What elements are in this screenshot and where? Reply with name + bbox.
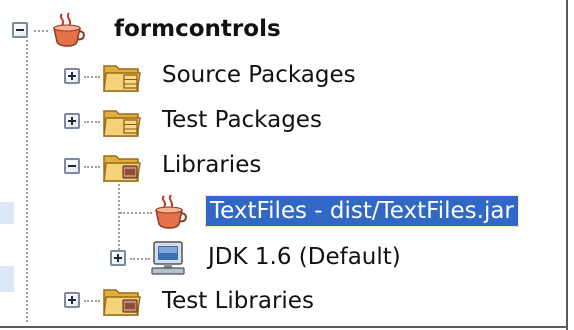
expand-toggle[interactable]	[64, 68, 80, 84]
package-folder-icon	[102, 103, 142, 143]
expand-toggle[interactable]	[64, 292, 80, 308]
library-folder-icon	[102, 148, 142, 188]
tree-connector	[34, 30, 48, 32]
package-folder-icon	[102, 58, 142, 98]
gutter-marker	[0, 202, 14, 224]
coffee-cup-project-icon	[48, 10, 88, 54]
expand-toggle[interactable]	[64, 113, 80, 129]
tree-connector	[26, 40, 28, 322]
tree-connector	[84, 300, 100, 302]
jdk-monitor-icon	[150, 238, 190, 282]
tree-connector	[118, 184, 120, 258]
panel-border	[566, 0, 568, 330]
tree-item-textfiles-jar[interactable]: TextFiles - dist/TextFiles.jar	[205, 195, 519, 227]
tree-item-libraries[interactable]: Libraries	[162, 150, 261, 180]
gutter-marker	[0, 266, 14, 292]
tree-connector	[130, 258, 150, 260]
panel-border	[0, 326, 568, 328]
project-tree-panel: formcontrols Source Packages Test Packag…	[0, 0, 574, 330]
tree-connector	[84, 121, 100, 123]
tree-item-test-libraries[interactable]: Test Libraries	[162, 286, 314, 316]
expand-toggle[interactable]	[110, 250, 126, 266]
tree-connector	[84, 166, 100, 168]
collapse-toggle[interactable]	[64, 158, 80, 174]
coffee-cup-jar-icon	[150, 192, 190, 236]
library-folder-icon	[102, 282, 142, 322]
project-root-label[interactable]: formcontrols	[114, 14, 281, 44]
tree-item-test-packages[interactable]: Test Packages	[162, 105, 322, 135]
tree-item-jdk[interactable]: JDK 1.6 (Default)	[208, 242, 401, 272]
tree-connector	[120, 212, 152, 214]
collapse-toggle[interactable]	[12, 22, 28, 38]
tree-item-source-packages[interactable]: Source Packages	[162, 60, 356, 90]
tree-connector	[84, 76, 100, 78]
